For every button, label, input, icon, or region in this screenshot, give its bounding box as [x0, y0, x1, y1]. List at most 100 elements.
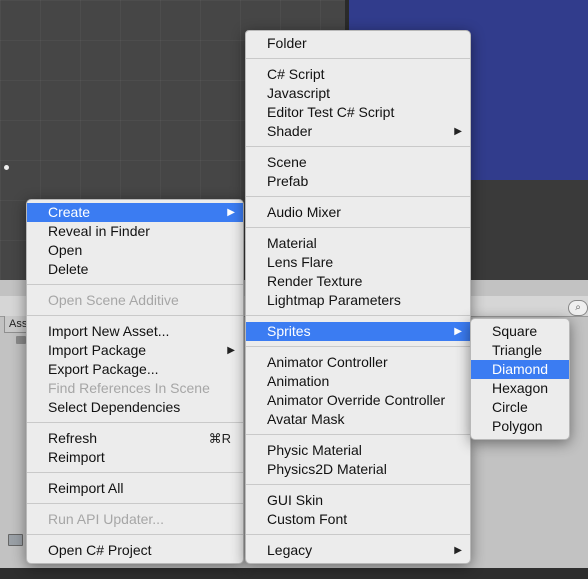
- menu-item-prefab[interactable]: Prefab: [246, 172, 470, 191]
- menu-item-label: Legacy: [267, 542, 313, 558]
- menu-item-create[interactable]: Create ▶: [27, 203, 243, 222]
- menu-item-label: Open: [48, 242, 83, 258]
- menu-item-label: Circle: [492, 399, 528, 415]
- dock-bar: [0, 568, 588, 579]
- menu-item-label: Square: [492, 323, 538, 339]
- menu-item-label: Hexagon: [492, 380, 549, 396]
- menu-item-reimport[interactable]: Reimport: [27, 448, 243, 467]
- search-icon[interactable]: ⌕: [568, 300, 588, 316]
- menu-item-label: Open C# Project: [48, 542, 152, 558]
- menu-item-label: Reimport: [48, 449, 105, 465]
- menu-item-label: Physics2D Material: [267, 461, 387, 477]
- menu-item-label: Export Package...: [48, 361, 159, 377]
- menu-item-legacy[interactable]: Legacy ▶: [246, 541, 470, 560]
- menu-item-gui-skin[interactable]: GUI Skin: [246, 491, 470, 510]
- menu-item-import-new-asset[interactable]: Import New Asset...: [27, 322, 243, 341]
- menu-item-label: Shader: [267, 123, 313, 139]
- context-menu: Create ▶ Reveal in Finder Open Delete Open Sc…: [26, 199, 244, 564]
- menu-item-scene[interactable]: Scene: [246, 153, 470, 172]
- menu-item-lightmap-parameters[interactable]: Lightmap Parameters: [246, 291, 470, 310]
- menu-separator: [246, 434, 470, 435]
- menu-item-export-package[interactable]: Export Package...: [27, 360, 243, 379]
- menu-item-c-script[interactable]: C# Script: [246, 65, 470, 84]
- menu-item-label: Find References In Scene: [48, 380, 210, 396]
- menu-separator: [27, 534, 243, 535]
- menu-item-open-c-project[interactable]: Open C# Project: [27, 541, 243, 560]
- menu-separator: [27, 315, 243, 316]
- menu-item-label: Open Scene Additive: [48, 292, 179, 308]
- menu-separator: [246, 484, 470, 485]
- menu-item-label: Import New Asset...: [48, 323, 170, 339]
- menu-item-label: Delete: [48, 261, 89, 277]
- menu-item-lens-flare[interactable]: Lens Flare: [246, 253, 470, 272]
- menu-item-label: Run API Updater...: [48, 511, 164, 527]
- menu-separator: [27, 422, 243, 423]
- menu-item-label: Refresh: [48, 430, 98, 446]
- menu-item-audio-mixer[interactable]: Audio Mixer: [246, 203, 470, 222]
- shortcut-label: ⌘R: [208, 431, 231, 446]
- menu-item-label: Reimport All: [48, 480, 124, 496]
- menu-item-label: Javascript: [267, 85, 331, 101]
- submenu-arrow-icon: ▶: [227, 345, 235, 356]
- menu-separator: [27, 284, 243, 285]
- menu-item-label: Editor Test C# Script: [267, 104, 395, 120]
- menu-item-import-package[interactable]: Import Package ▶: [27, 341, 243, 360]
- menu-item-physics2d-material[interactable]: Physics2D Material: [246, 460, 470, 479]
- menu-item-physic-material[interactable]: Physic Material: [246, 441, 470, 460]
- menu-separator: [246, 227, 470, 228]
- menu-item-custom-font[interactable]: Custom Font: [246, 510, 470, 529]
- menu-item-label: Triangle: [492, 342, 543, 358]
- menu-separator: [27, 472, 243, 473]
- menu-item-diamond[interactable]: Diamond: [471, 360, 569, 379]
- scene-gizmo: [4, 165, 9, 170]
- menu-item-label: Custom Font: [267, 511, 348, 527]
- menu-item-label: Animator Controller: [267, 354, 388, 370]
- menu-item-hexagon[interactable]: Hexagon: [471, 379, 569, 398]
- menu-separator: [246, 346, 470, 347]
- menu-item-javascript[interactable]: Javascript: [246, 84, 470, 103]
- submenu-arrow-icon: ▶: [454, 126, 462, 137]
- menu-item-circle[interactable]: Circle: [471, 398, 569, 417]
- menu-item-reimport-all[interactable]: Reimport All: [27, 479, 243, 498]
- menu-item-select-dependencies[interactable]: Select Dependencies: [27, 398, 243, 417]
- menu-item-reveal-in-finder[interactable]: Reveal in Finder: [27, 222, 243, 241]
- folder-icon[interactable]: [8, 534, 23, 546]
- menu-item-avatar-mask[interactable]: Avatar Mask: [246, 410, 470, 429]
- menu-item-label: Prefab: [267, 173, 309, 189]
- menu-separator: [27, 503, 243, 504]
- menu-separator: [246, 146, 470, 147]
- menu-item-square[interactable]: Square: [471, 322, 569, 341]
- menu-item-label: Lens Flare: [267, 254, 334, 270]
- menu-item-run-api-updater: Run API Updater...: [27, 510, 243, 529]
- menu-item-label: Material: [267, 235, 317, 251]
- folder-icon[interactable]: [16, 336, 26, 344]
- menu-item-delete[interactable]: Delete: [27, 260, 243, 279]
- menu-item-render-texture[interactable]: Render Texture: [246, 272, 470, 291]
- menu-item-label: Import Package: [48, 342, 147, 358]
- sprites-submenu: Square Triangle Diamond Hexagon Circle Polygo…: [470, 318, 570, 440]
- menu-item-label: Sprites: [267, 323, 311, 339]
- menu-separator: [246, 58, 470, 59]
- menu-item-refresh[interactable]: Refresh ⌘R: [27, 429, 243, 448]
- menu-item-label: Animator Override Controller: [267, 392, 446, 408]
- menu-item-label: Folder: [267, 35, 307, 51]
- menu-item-folder[interactable]: Folder: [246, 34, 470, 53]
- menu-item-animator-override-controller[interactable]: Animator Override Controller: [246, 391, 470, 410]
- menu-item-label: C# Script: [267, 66, 325, 82]
- menu-item-triangle[interactable]: Triangle: [471, 341, 569, 360]
- menu-item-label: GUI Skin: [267, 492, 324, 508]
- submenu-arrow-icon: ▶: [454, 326, 462, 337]
- menu-item-animator-controller[interactable]: Animator Controller: [246, 353, 470, 372]
- menu-item-material[interactable]: Material: [246, 234, 470, 253]
- menu-item-label: Render Texture: [267, 273, 363, 289]
- menu-separator: [246, 196, 470, 197]
- menu-item-open[interactable]: Open: [27, 241, 243, 260]
- menu-item-label: Physic Material: [267, 442, 362, 458]
- menu-item-sprites[interactable]: Sprites ▶: [246, 322, 470, 341]
- menu-item-polygon[interactable]: Polygon: [471, 417, 569, 436]
- menu-item-animation[interactable]: Animation: [246, 372, 470, 391]
- menu-item-label: Avatar Mask: [267, 411, 345, 427]
- menu-item-shader[interactable]: Shader ▶: [246, 122, 470, 141]
- menu-item-label: Reveal in Finder: [48, 223, 150, 239]
- menu-item-editor-test-c-script[interactable]: Editor Test C# Script: [246, 103, 470, 122]
